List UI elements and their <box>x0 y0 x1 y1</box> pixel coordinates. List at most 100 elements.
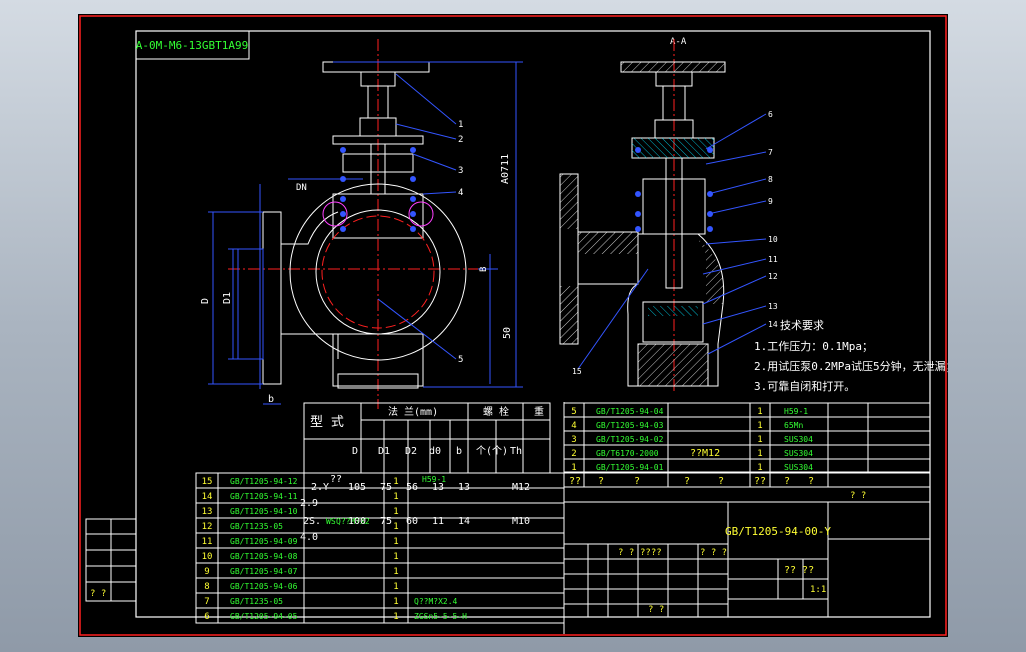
bom-right-no: 3 <box>571 435 576 445</box>
bom-left-code: GB/T1205-94-10 <box>230 507 298 516</box>
bom-right-extra: ??M12 <box>690 448 720 459</box>
bom-left-qty: 1 <box>393 507 398 517</box>
svg-text:5: 5 <box>458 355 463 365</box>
bom-left-mat: ZGSn5-5-5-H <box>414 612 467 621</box>
svg-text:????: ???? <box>640 548 662 558</box>
svg-text:?? ??: ?? ?? <box>784 565 814 576</box>
svg-text:法 兰(mm): 法 兰(mm) <box>388 405 438 418</box>
svg-text:7: 7 <box>768 148 773 157</box>
bom-right-qty: 1 <box>757 421 762 431</box>
bom-left-code: GB/T1205-94-06 <box>230 582 298 591</box>
svg-text:4.0: 4.0 <box>300 532 318 543</box>
bom-left-mat: Q??M?X2.4 <box>414 597 458 606</box>
svg-text:型 式: 型 式 <box>310 415 344 430</box>
bom-left-no: 8 <box>204 582 209 592</box>
bom-left-qty: 1 <box>393 477 398 487</box>
left-stamp: ? ? <box>90 589 106 599</box>
drawing-number: A-0M-M6-13GBT1A99 <box>136 39 249 52</box>
bom-left-qty: 1 <box>393 612 398 622</box>
bom-right-no: 5 <box>571 407 576 417</box>
bom-right-mat: SUS304 <box>784 463 813 472</box>
svg-text:13: 13 <box>768 302 778 311</box>
svg-text:?: ? <box>718 476 724 487</box>
svg-text:105: 105 <box>348 482 366 493</box>
bom-left-no: 11 <box>202 537 213 547</box>
svg-text:M10: M10 <box>512 516 530 527</box>
bom-right-code: GB/T1205-94-01 <box>596 463 664 472</box>
svg-text:Th: Th <box>510 446 522 457</box>
bom-left-no: 6 <box>204 612 209 622</box>
svg-text:56: 56 <box>406 482 418 493</box>
bom-left-no: 15 <box>202 477 213 487</box>
bom-left-code: GB/T1205-94-07 <box>230 567 298 576</box>
bom-left-qty: 1 <box>393 597 398 607</box>
svg-text:?: ? <box>598 476 604 487</box>
svg-text:WS: WS <box>326 517 336 526</box>
svg-text:? ?: ? ? <box>618 548 634 558</box>
bom-right-qty: 1 <box>757 435 762 445</box>
svg-text:60: 60 <box>406 516 418 527</box>
svg-text:14: 14 <box>768 320 778 329</box>
bom-left-table: 15 GB/T1205-94-12 1 14 GB/T1205-94-11 1 13 GB/T… <box>195 472 565 624</box>
svg-text:2.Y: 2.Y <box>311 482 329 493</box>
front-dimensions <box>208 61 523 405</box>
dim-port: B <box>479 267 489 272</box>
bom-right-header-text: ?? ? ? ? ? ?? ? ? ? ? <box>569 476 866 501</box>
bom-left-qty: 1 <box>393 567 398 577</box>
bom-left-no: 14 <box>202 492 213 502</box>
svg-text:11: 11 <box>432 516 444 527</box>
bom-right-mat: 65Mn <box>784 421 803 430</box>
cad-canvas[interactable]: A-0M-M6-13GBT1A99 A0711 DN D D1 b 50 B 1… <box>78 14 948 637</box>
svg-text:??: ?? <box>330 474 342 485</box>
bom-left-code: GB/T1205-94-08 <box>230 552 298 561</box>
bom-left-no: 13 <box>202 507 213 517</box>
svg-text:13: 13 <box>458 482 470 493</box>
svg-text:重: 重 <box>534 405 544 418</box>
bom-right-qty: 1 <box>757 407 762 417</box>
dim-d: D <box>200 298 211 304</box>
svg-text:12: 12 <box>768 272 778 281</box>
bom-left-code: GB/T1205-94-09 <box>230 537 298 546</box>
bom-left-code: GB/T1205-94-05 <box>230 612 298 621</box>
bom-right-code: GB/T6170-2000 <box>596 449 659 458</box>
bom-right-code: GB/T1205-94-02 <box>596 435 664 444</box>
svg-text:d0: d0 <box>429 446 441 457</box>
svg-text:M12: M12 <box>512 482 530 493</box>
bom-left-code: GB/T1235-05 <box>230 597 283 606</box>
svg-text:? ?: ? ? <box>648 605 664 615</box>
bom-left-qty: 1 <box>393 582 398 592</box>
spec-table-text: 型 式 法 兰(mm) 螺 栓 重 D D1 D2 d0 b 个(个) Th <box>310 405 544 457</box>
bom-left-qty: 1 <box>393 492 398 502</box>
svg-text:9: 9 <box>768 197 773 206</box>
svg-text:b: b <box>456 446 462 457</box>
dim-d1: D1 <box>222 292 233 304</box>
svg-text:2.9: 2.9 <box>300 498 318 509</box>
tech-item-1: 1.工作压力：0.1Mpa； <box>754 340 873 353</box>
title-block <box>563 501 931 618</box>
bom-left-qty: 1 <box>393 522 398 532</box>
bom-left-no: 9 <box>204 567 209 577</box>
bom-right-code: GB/T1205-94-04 <box>596 407 664 416</box>
svg-text:D1: D1 <box>378 446 390 457</box>
dim-top-small: DN <box>296 183 307 193</box>
bom-right-table: 5 GB/T1205-94-04 1 H59-1 4 GB/T1205-94-03 1 65M… <box>563 402 931 474</box>
svg-text:H59-1: H59-1 <box>422 475 446 484</box>
svg-text:?: ? <box>808 476 814 487</box>
cad-drawing-viewport[interactable]: A-0M-M6-13GBT1A99 A0711 DN D D1 b 50 B 1… <box>78 14 948 637</box>
svg-text:??: ?? <box>569 476 581 487</box>
dim-offset: 50 <box>502 327 513 339</box>
svg-text:? ? ?: ? ? ? <box>700 548 727 558</box>
svg-text:螺 栓: 螺 栓 <box>483 405 509 418</box>
svg-text:?: ? <box>634 476 640 487</box>
svg-text:3: 3 <box>458 166 463 176</box>
tech-requirements: 技术要求 1.工作压力：0.1Mpa； 2.用试压泵0.2MPa试压5分钟，无泄… <box>754 319 948 393</box>
svg-text:75: 75 <box>380 516 392 527</box>
bom-right-mat: H59-1 <box>784 407 808 416</box>
svg-text:100: 100 <box>348 516 366 527</box>
bom-right-qty: 1 <box>757 449 762 459</box>
bom-right-header <box>563 471 931 503</box>
dim-b: b <box>268 394 274 405</box>
svg-text:4: 4 <box>458 188 463 198</box>
svg-text:??: ?? <box>754 476 766 487</box>
section-view <box>559 39 726 394</box>
